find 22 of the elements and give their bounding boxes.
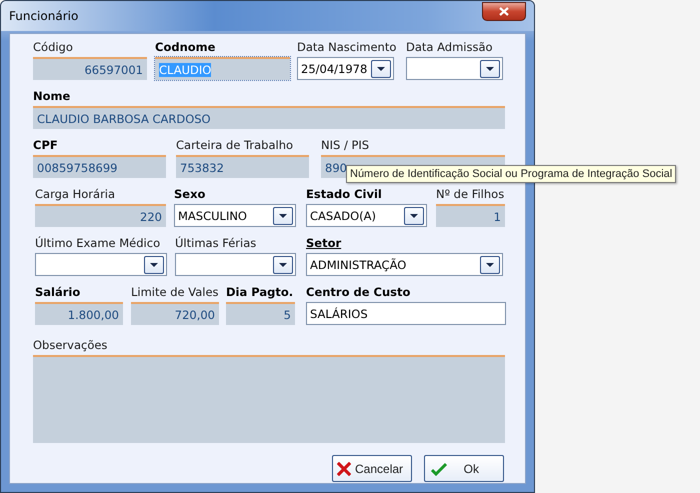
field-label: Limite de Vales [131,285,219,299]
window-title: Funcionário [9,9,78,23]
field-label: Nº de Filhos [436,187,505,201]
field-label: Salário [35,285,82,299]
field-label: Estado Civil [306,187,383,201]
field-label: Nome [33,89,72,103]
field-label: Centro de Custo [306,285,412,299]
field-label: Data Nascimento [297,40,394,54]
field-label: Sexo [174,187,206,201]
tooltip: Número de Identificação Social ou Programa de Integração Social [346,165,676,183]
field-label: Último Exame Médico [35,236,162,250]
field-label: Código [33,40,74,54]
field-label: Setor [306,236,342,250]
field-label: Carga Horária [35,187,116,201]
field-label: Dia Pagto. [226,285,294,299]
field-label: Observações [33,338,108,352]
field-label: Carteira de Trabalho [176,138,294,152]
field-label: Codnome [155,40,216,54]
field-label: Últimas Férias [175,236,258,250]
field-label: Data Admissão [406,40,494,54]
field-label: NIS / PIS [321,138,370,152]
field-label: CPF [33,138,59,152]
